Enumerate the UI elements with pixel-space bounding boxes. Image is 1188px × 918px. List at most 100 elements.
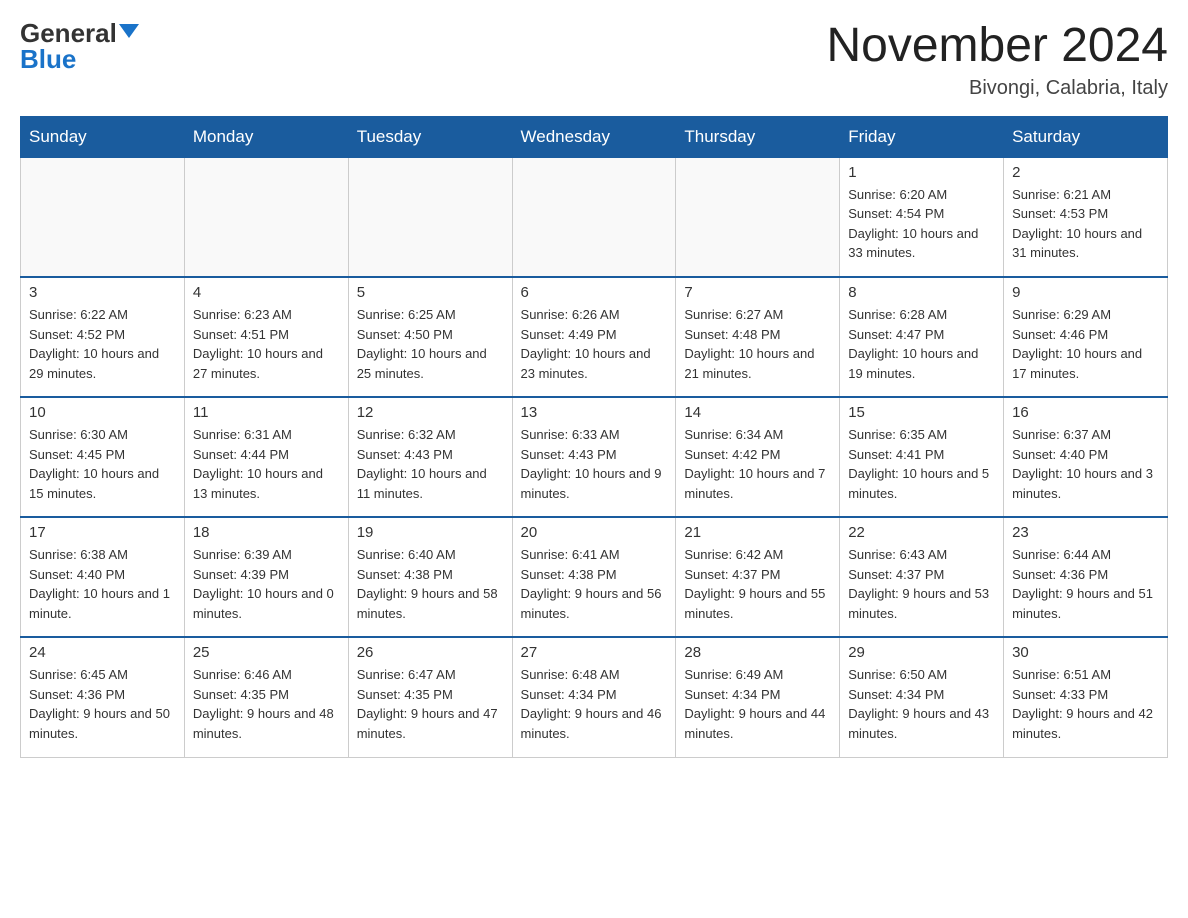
day-info: Sunrise: 6:23 AMSunset: 4:51 PMDaylight:… [193,305,340,383]
day-number: 7 [684,284,831,301]
calendar-cell: 21 Sunrise: 6:42 AMSunset: 4:37 PMDayligh… [676,517,840,637]
day-info: Sunrise: 6:32 AMSunset: 4:43 PMDaylight:… [357,425,504,503]
day-number: 17 [29,524,176,541]
day-of-week-header: Wednesday [512,116,676,157]
logo-general-text: General [20,20,117,46]
day-info: Sunrise: 6:47 AMSunset: 4:35 PMDaylight:… [357,665,504,743]
day-info: Sunrise: 6:20 AMSunset: 4:54 PMDaylight:… [848,185,995,263]
day-info: Sunrise: 6:44 AMSunset: 4:36 PMDaylight:… [1012,545,1159,623]
calendar-cell: 12Sunrise: 6:32 AMSunset: 4:43 PMDayligh… [348,397,512,517]
logo-triangle-icon [119,24,139,38]
title-block: November 2024 Bivongi, Calabria, Italy [826,20,1168,100]
calendar-cell: 18 Sunrise: 6:39 AMSunset: 4:39 PMDayligh… [184,517,348,637]
day-of-week-header: Sunday [21,116,185,157]
day-number: 2 [1012,164,1159,181]
day-of-week-header: Monday [184,116,348,157]
calendar-cell: 28 Sunrise: 6:49 AMSunset: 4:34 PMDayligh… [676,637,840,757]
calendar-cell: 26 Sunrise: 6:47 AMSunset: 4:35 PMDayligh… [348,637,512,757]
day-info: Sunrise: 6:40 AMSunset: 4:38 PMDaylight:… [357,545,504,623]
day-info: Sunrise: 6:21 AMSunset: 4:53 PMDaylight:… [1012,185,1159,263]
logo: General Blue [20,20,139,72]
day-info: Sunrise: 6:45 AMSunset: 4:36 PMDaylight:… [29,665,176,743]
month-title: November 2024 [826,20,1168,73]
day-number: 6 [521,284,668,301]
day-info: Sunrise: 6:28 AMSunset: 4:47 PMDaylight:… [848,305,995,383]
calendar-cell: 9 Sunrise: 6:29 AMSunset: 4:46 PMDaylight… [1004,277,1168,397]
day-info: Sunrise: 6:37 AMSunset: 4:40 PMDaylight:… [1012,425,1159,503]
calendar-week-row: 17Sunrise: 6:38 AMSunset: 4:40 PMDayligh… [21,517,1168,637]
calendar-cell [348,157,512,277]
day-number: 8 [848,284,995,301]
day-of-week-header: Thursday [676,116,840,157]
day-info: Sunrise: 6:29 AMSunset: 4:46 PMDaylight:… [1012,305,1159,383]
calendar-cell: 27Sunrise: 6:48 AMSunset: 4:34 PMDayligh… [512,637,676,757]
day-info: Sunrise: 6:49 AMSunset: 4:34 PMDaylight:… [684,665,831,743]
day-info: Sunrise: 6:42 AMSunset: 4:37 PMDaylight:… [684,545,831,623]
day-number: 4 [193,284,340,301]
day-info: Sunrise: 6:31 AMSunset: 4:44 PMDaylight:… [193,425,340,503]
calendar-cell: 2 Sunrise: 6:21 AMSunset: 4:53 PMDaylight… [1004,157,1168,277]
day-info: Sunrise: 6:30 AMSunset: 4:45 PMDaylight:… [29,425,176,503]
day-number: 29 [848,644,995,661]
day-number: 28 [684,644,831,661]
calendar-cell: 3Sunrise: 6:22 AMSunset: 4:52 PMDaylight… [21,277,185,397]
calendar-cell: 20 Sunrise: 6:41 AMSunset: 4:38 PMDayligh… [512,517,676,637]
calendar-cell: 15 Sunrise: 6:35 AMSunset: 4:41 PMDayligh… [840,397,1004,517]
calendar-cell: 7 Sunrise: 6:27 AMSunset: 4:48 PMDaylight… [676,277,840,397]
calendar-cell: 8 Sunrise: 6:28 AMSunset: 4:47 PMDaylight… [840,277,1004,397]
day-info: Sunrise: 6:39 AMSunset: 4:39 PMDaylight:… [193,545,340,623]
calendar-cell: 23 Sunrise: 6:44 AMSunset: 4:36 PMDayligh… [1004,517,1168,637]
calendar-cell: 4 Sunrise: 6:23 AMSunset: 4:51 PMDaylight… [184,277,348,397]
day-number: 26 [357,644,504,661]
day-number: 19 [357,524,504,541]
calendar-cell: 5 Sunrise: 6:25 AMSunset: 4:50 PMDaylight… [348,277,512,397]
day-info: Sunrise: 6:25 AMSunset: 4:50 PMDaylight:… [357,305,504,383]
calendar-cell: 22 Sunrise: 6:43 AMSunset: 4:37 PMDayligh… [840,517,1004,637]
day-info: Sunrise: 6:41 AMSunset: 4:38 PMDaylight:… [521,545,668,623]
day-number: 20 [521,524,668,541]
calendar-cell [676,157,840,277]
page-header: General Blue November 2024 Bivongi, Cala… [20,20,1168,100]
calendar-week-row: 3Sunrise: 6:22 AMSunset: 4:52 PMDaylight… [21,277,1168,397]
calendar-cell: 14Sunrise: 6:34 AMSunset: 4:42 PMDayligh… [676,397,840,517]
calendar-cell: 17Sunrise: 6:38 AMSunset: 4:40 PMDayligh… [21,517,185,637]
day-number: 9 [1012,284,1159,301]
day-number: 21 [684,524,831,541]
calendar-cell: 16Sunrise: 6:37 AMSunset: 4:40 PMDayligh… [1004,397,1168,517]
calendar-week-row: 24 Sunrise: 6:45 AMSunset: 4:36 PMDayligh… [21,637,1168,757]
day-info: Sunrise: 6:43 AMSunset: 4:37 PMDaylight:… [848,545,995,623]
day-info: Sunrise: 6:33 AMSunset: 4:43 PMDaylight:… [521,425,668,503]
day-info: Sunrise: 6:27 AMSunset: 4:48 PMDaylight:… [684,305,831,383]
calendar-cell: 25 Sunrise: 6:46 AMSunset: 4:35 PMDayligh… [184,637,348,757]
day-number: 3 [29,284,176,301]
day-number: 25 [193,644,340,661]
day-info: Sunrise: 6:50 AMSunset: 4:34 PMDaylight:… [848,665,995,743]
calendar-cell: 24 Sunrise: 6:45 AMSunset: 4:36 PMDayligh… [21,637,185,757]
calendar-cell: 1Sunrise: 6:20 AMSunset: 4:54 PMDaylight… [840,157,1004,277]
day-info: Sunrise: 6:34 AMSunset: 4:42 PMDaylight:… [684,425,831,503]
day-info: Sunrise: 6:35 AMSunset: 4:41 PMDaylight:… [848,425,995,503]
day-number: 5 [357,284,504,301]
day-number: 24 [29,644,176,661]
day-of-week-header: Saturday [1004,116,1168,157]
day-info: Sunrise: 6:46 AMSunset: 4:35 PMDaylight:… [193,665,340,743]
logo-blue-text: Blue [20,46,76,72]
day-number: 22 [848,524,995,541]
calendar-cell [512,157,676,277]
calendar-week-row: 1Sunrise: 6:20 AMSunset: 4:54 PMDaylight… [21,157,1168,277]
day-number: 23 [1012,524,1159,541]
day-number: 15 [848,404,995,421]
location-text: Bivongi, Calabria, Italy [826,77,1168,100]
calendar-cell: 11Sunrise: 6:31 AMSunset: 4:44 PMDayligh… [184,397,348,517]
day-number: 10 [29,404,176,421]
calendar-cell: 6 Sunrise: 6:26 AMSunset: 4:49 PMDaylight… [512,277,676,397]
calendar-cell: 10 Sunrise: 6:30 AMSunset: 4:45 PMDayligh… [21,397,185,517]
calendar-cell: 13Sunrise: 6:33 AMSunset: 4:43 PMDayligh… [512,397,676,517]
day-of-week-header: Tuesday [348,116,512,157]
day-info: Sunrise: 6:26 AMSunset: 4:49 PMDaylight:… [521,305,668,383]
calendar-table: SundayMondayTuesdayWednesdayThursdayFrid… [20,116,1168,758]
calendar-cell [184,157,348,277]
day-number: 18 [193,524,340,541]
calendar-header-row: SundayMondayTuesdayWednesdayThursdayFrid… [21,116,1168,157]
calendar-cell: 30Sunrise: 6:51 AMSunset: 4:33 PMDayligh… [1004,637,1168,757]
